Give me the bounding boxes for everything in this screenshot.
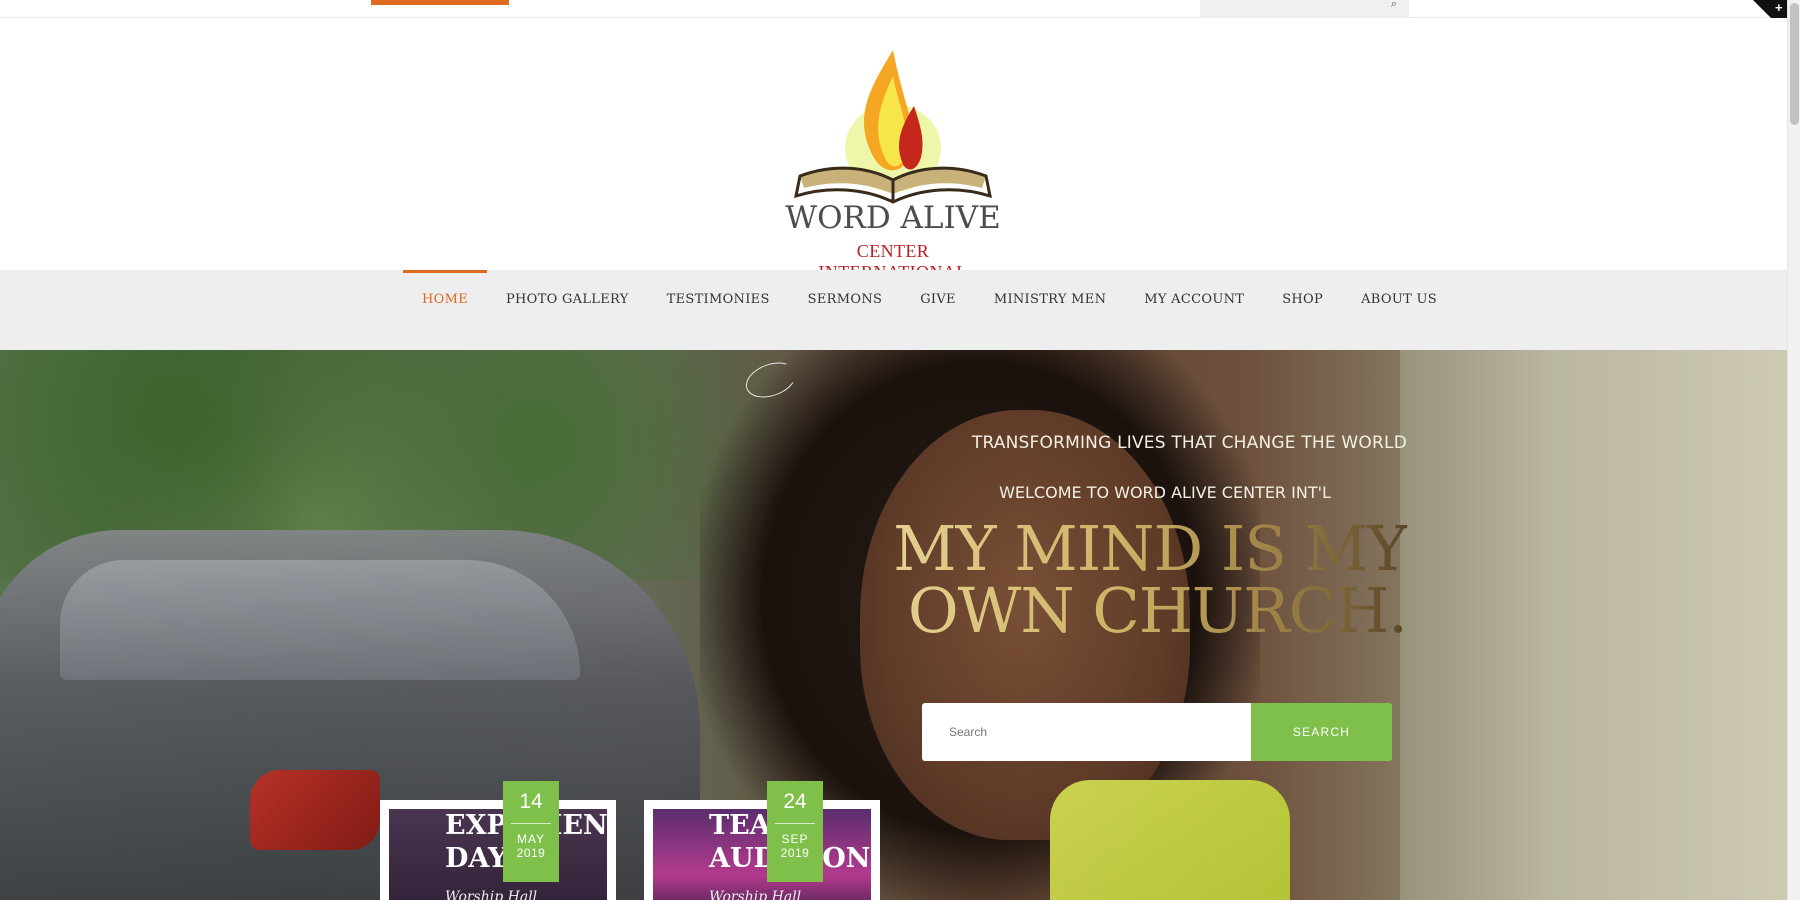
header-logo-area: WORD ALIVE CENTER INTERNATIONAL xyxy=(0,18,1787,282)
event-card[interactable]: EXPERIENCE DAY Worship Hall xyxy=(380,800,616,900)
nav-item-sermons[interactable]: SERMONS xyxy=(789,270,902,350)
event-date-badge: 24 SEP 2019 xyxy=(767,781,823,882)
nav-item-shop[interactable]: SHOP xyxy=(1263,270,1342,350)
top-accent-bar xyxy=(371,0,509,5)
date-divider xyxy=(775,823,815,824)
plus-icon[interactable]: + xyxy=(1775,1,1783,15)
nav-item-my-account[interactable]: MY ACCOUNT xyxy=(1125,270,1263,350)
hero-search-button[interactable]: SEARCH xyxy=(1251,703,1392,761)
event-month: SEP xyxy=(781,832,809,846)
nav-item-about-us[interactable]: ABOUT US xyxy=(1342,270,1456,350)
event-day: 24 xyxy=(783,790,807,813)
event-location: Worship Hall xyxy=(709,889,802,900)
hero-welcome: WELCOME TO WORD ALIVE CENTER INT'L xyxy=(999,483,1331,502)
event-month: MAY xyxy=(516,832,546,846)
event-date-badge: 14 MAY 2019 xyxy=(503,781,559,882)
nav-item-ministry-men[interactable]: MINISTRY MEN xyxy=(975,270,1125,350)
hero-headline: MY MIND IS MY OWN CHURCH. xyxy=(880,518,1408,642)
event-day: 14 xyxy=(519,790,543,813)
nav-item-give[interactable]: GIVE xyxy=(901,270,975,350)
main-navigation: HOME PHOTO GALLERY TESTIMONIES SERMONS G… xyxy=(0,270,1787,350)
nav-list: HOME PHOTO GALLERY TESTIMONIES SERMONS G… xyxy=(403,270,1456,350)
search-icon[interactable]: ⌕ xyxy=(1391,0,1397,10)
date-divider xyxy=(511,823,551,824)
nav-item-photo-gallery[interactable]: PHOTO GALLERY xyxy=(487,270,648,350)
event-year: 2019 xyxy=(516,846,546,860)
site-logo[interactable]: WORD ALIVE CENTER INTERNATIONAL xyxy=(782,48,1004,282)
page-scrollbar[interactable] xyxy=(1787,0,1800,900)
event-image: EXPERIENCE DAY Worship Hall xyxy=(389,809,607,900)
event-location: Worship Hall xyxy=(445,889,538,900)
hero-tagline: TRANSFORMING LIVES THAT CHANGE THE WORLD xyxy=(971,433,1407,453)
hero-search-form: SEARCH xyxy=(922,703,1392,761)
nav-item-testimonies[interactable]: TESTIMONIES xyxy=(648,270,789,350)
top-bar: ⌕ xyxy=(0,0,1787,18)
hero-banner: TRANSFORMING LIVES THAT CHANGE THE WORLD… xyxy=(0,350,1787,900)
top-search-box[interactable]: ⌕ xyxy=(1200,0,1409,17)
event-year: 2019 xyxy=(780,846,810,860)
flame-book-logo-icon xyxy=(794,50,992,204)
hero-search-input[interactable] xyxy=(922,703,1251,761)
event-card[interactable]: TEAM AUDITIONS Worship Hall xyxy=(644,800,880,900)
scrollbar-thumb[interactable] xyxy=(1790,3,1799,125)
event-image: TEAM AUDITIONS Worship Hall xyxy=(653,809,871,900)
nav-item-home[interactable]: HOME xyxy=(403,270,487,350)
logo-wordmark: WORD ALIVE xyxy=(785,200,1001,236)
